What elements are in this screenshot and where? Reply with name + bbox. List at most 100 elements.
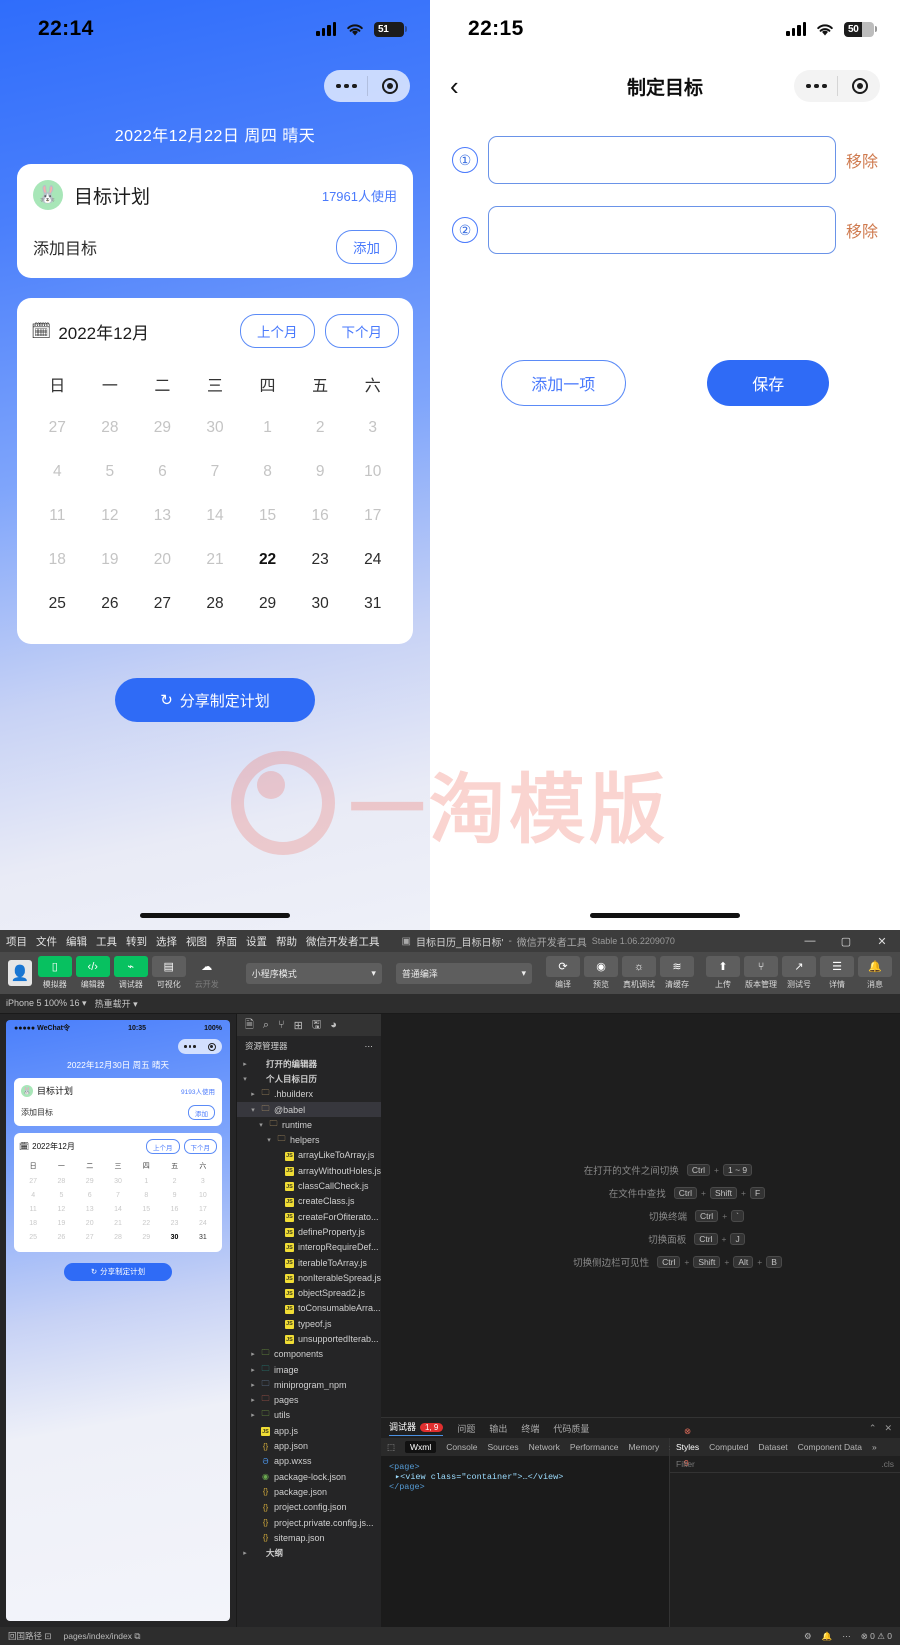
toolbar-button-visual[interactable]: ▤ 可视化 <box>151 956 186 990</box>
files-icon[interactable]: 🗎 <box>245 1016 254 1035</box>
calendar-day[interactable]: 3 <box>346 406 399 450</box>
tree-file[interactable]: {} sitemap.json <box>237 1530 381 1545</box>
devtools-tab[interactable]: 终端 <box>521 1422 539 1435</box>
calendar-day[interactable]: 26 <box>84 582 137 626</box>
remove-goal-button[interactable]: 移除 <box>846 148 878 172</box>
user-avatar[interactable]: 👤 <box>8 960 32 986</box>
sim-calendar-day[interactable]: 16 <box>160 1203 188 1217</box>
devtools-inner-tab[interactable]: Wxml <box>405 1441 437 1453</box>
menu-item[interactable]: 微信开发者工具 <box>306 934 380 949</box>
status-left-label[interactable]: 回国路径 ⊡ <box>8 1630 51 1642</box>
calendar-day[interactable]: 15 <box>241 494 294 538</box>
calendar-day[interactable]: 14 <box>189 494 242 538</box>
tree-folder[interactable]: ▸ 🗀 pages <box>237 1393 381 1408</box>
calendar-day[interactable]: 10 <box>346 450 399 494</box>
menu-item[interactable]: 文件 <box>36 934 57 949</box>
toolbar-button-editor[interactable]: ‹/› 编辑器 <box>75 956 110 990</box>
more-dots-icon[interactable] <box>336 83 357 89</box>
sim-calendar-day[interactable]: 9 <box>160 1189 188 1203</box>
search-icon[interactable]: ⌕ <box>263 1019 269 1032</box>
sim-calendar-day[interactable]: 27 <box>76 1231 104 1245</box>
share-plan-button[interactable]: ↻ 分享制定计划 <box>115 678 315 722</box>
cls-toggle[interactable]: .cls <box>881 1459 894 1469</box>
styles-tab[interactable]: Styles <box>676 1442 699 1452</box>
sim-calendar-day[interactable]: 10 <box>189 1189 217 1203</box>
toolbar-button-version[interactable]: ⑂ 版本管理 <box>744 956 779 990</box>
calendar-day[interactable]: 6 <box>136 450 189 494</box>
inspect-element-icon[interactable]: ⬚ <box>387 1442 395 1453</box>
tree-file[interactable]: JS defineProperty.js <box>237 1224 381 1239</box>
sim-calendar-day[interactable]: 5 <box>47 1189 75 1203</box>
more-dots-icon[interactable] <box>184 1045 196 1048</box>
devtools-tab[interactable]: 代码质量 <box>553 1422 589 1435</box>
extensions-icon[interactable]: ⊞ <box>294 1019 303 1032</box>
calendar-day[interactable]: 30 <box>189 406 242 450</box>
goal-input[interactable] <box>488 136 836 184</box>
calendar-day[interactable]: 25 <box>31 582 84 626</box>
bell-icon[interactable]: 🔔 <box>822 1631 833 1642</box>
mini-program-capsule[interactable] <box>794 70 880 102</box>
calendar-day[interactable]: 4 <box>31 450 84 494</box>
tree-twisty-icon[interactable]: ▸ <box>249 1396 257 1404</box>
sim-calendar-day[interactable]: 6 <box>76 1189 104 1203</box>
calendar-day[interactable]: 11 <box>31 494 84 538</box>
calendar-day[interactable]: 29 <box>136 406 189 450</box>
goal-input[interactable] <box>488 206 836 254</box>
sim-calendar-day[interactable]: 14 <box>104 1203 132 1217</box>
settings-icon[interactable]: ⚙ <box>804 1631 812 1642</box>
calendar-day[interactable]: 28 <box>189 582 242 626</box>
calendar-day[interactable]: 21 <box>189 538 242 582</box>
calendar-day[interactable]: 8 <box>241 450 294 494</box>
toolbar-button-details[interactable]: ☰ 详情 <box>820 956 855 990</box>
calendar-day[interactable]: 1 <box>241 406 294 450</box>
more-icon[interactable]: ⋯ <box>842 1631 851 1642</box>
sim-capsule[interactable] <box>178 1039 222 1054</box>
sim-share-button[interactable]: ↻ 分享制定计划 <box>64 1262 172 1281</box>
styles-tab[interactable]: » <box>872 1442 877 1452</box>
calendar-day[interactable]: 17 <box>346 494 399 538</box>
sim-calendar-day[interactable]: 30 <box>160 1231 188 1245</box>
tree-twisty-icon[interactable]: ▸ <box>249 1090 257 1098</box>
sim-calendar-day[interactable]: 15 <box>132 1203 160 1217</box>
tree-file[interactable]: JS nonIterableSpread.js <box>237 1270 381 1285</box>
sim-add-button[interactable]: 添加 <box>188 1105 215 1120</box>
tree-folder[interactable]: ▸ 打开的编辑器 <box>237 1056 381 1071</box>
menu-item[interactable]: 工具 <box>96 934 117 949</box>
tree-twisty-icon[interactable]: ▸ <box>249 1381 257 1389</box>
devtools-tab[interactable]: 输出 <box>489 1422 507 1435</box>
sim-calendar-day[interactable]: 21 <box>104 1217 132 1231</box>
tree-folder[interactable]: ▸ 🗀 components <box>237 1347 381 1362</box>
devtools-inner-tab[interactable]: Memory <box>629 1442 660 1452</box>
tree-file[interactable]: JS objectSpread2.js <box>237 1285 381 1300</box>
toolbar-button-message[interactable]: 🔔 消息 <box>858 956 893 990</box>
editor-select[interactable]: 普通编泽 ▾ <box>395 962 533 984</box>
debug-icon[interactable]: ◕ <box>330 1019 337 1031</box>
menu-item[interactable]: 编辑 <box>66 934 87 949</box>
tree-twisty-icon[interactable]: ▸ <box>241 1060 249 1068</box>
tree-twisty-icon[interactable]: ▾ <box>257 1121 265 1129</box>
devtools-inner-tab[interactable]: Performance <box>570 1442 619 1452</box>
tree-file[interactable]: JS createForOfiterato... <box>237 1209 381 1224</box>
calendar-day[interactable]: 30 <box>294 582 347 626</box>
collapse-icon[interactable]: ⌃ <box>869 1423 877 1434</box>
tree-file[interactable]: {} package.json <box>237 1484 381 1499</box>
tree-twisty-icon[interactable]: ▾ <box>265 1136 273 1144</box>
menu-item[interactable]: 项目 <box>6 934 27 949</box>
styles-tab[interactable]: Dataset <box>758 1442 787 1452</box>
styles-tab[interactable]: Component Data <box>798 1442 862 1452</box>
tree-file[interactable]: JS arrayWithoutHoles.js <box>237 1163 381 1178</box>
tree-file[interactable]: JS interopRequireDef... <box>237 1240 381 1255</box>
sim-calendar-day[interactable]: 2 <box>160 1175 188 1189</box>
tree-folder[interactable]: ▾ 🗀 runtime <box>237 1117 381 1132</box>
toolbar-button-realdevice[interactable]: ☼ 真机调试 <box>622 956 657 990</box>
tree-file[interactable]: JS iterableToArray.js <box>237 1255 381 1270</box>
save-icon[interactable]: 🖫 <box>312 1016 321 1035</box>
tree-file[interactable]: ◉ package-lock.json <box>237 1469 381 1484</box>
close-button[interactable]: ✕ <box>864 930 900 952</box>
save-button[interactable]: 保存 <box>707 360 830 406</box>
sim-calendar-day[interactable]: 28 <box>104 1231 132 1245</box>
tree-file[interactable]: JS toConsumableArra... <box>237 1301 381 1316</box>
tree-twisty-icon[interactable]: ▸ <box>241 1549 249 1557</box>
tree-folder[interactable]: ▾ 个人目标日历 <box>237 1071 381 1086</box>
tree-folder[interactable]: ▸ 🗀 miniprogram_npm <box>237 1377 381 1392</box>
